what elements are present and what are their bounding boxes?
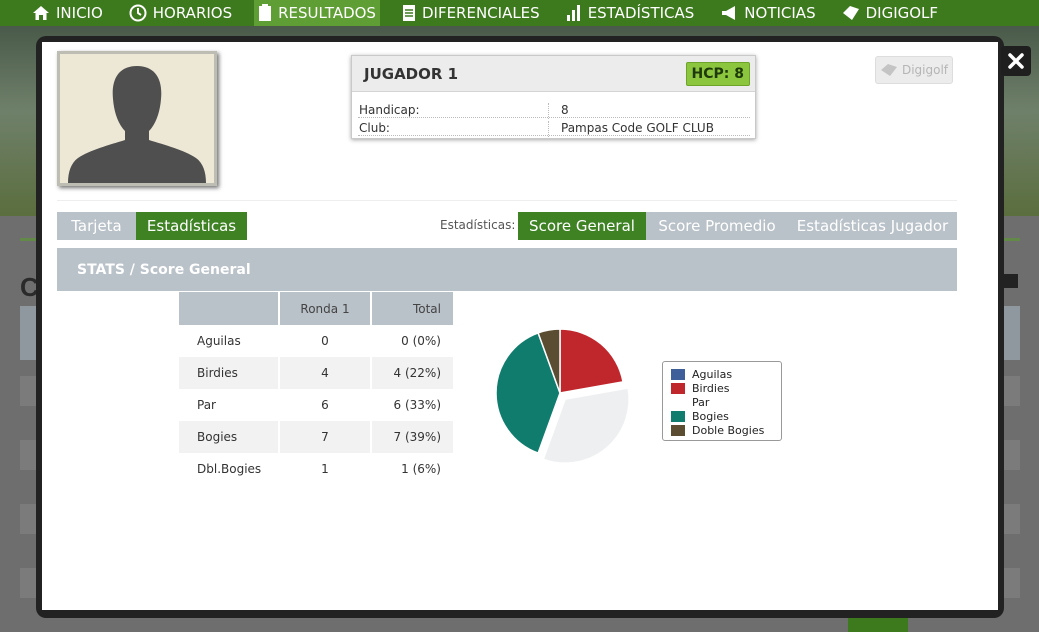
legend-item: Par	[671, 395, 781, 409]
tag-icon	[842, 6, 859, 20]
row-ronda: 7	[280, 421, 370, 453]
row-ronda: 1	[321, 462, 329, 476]
pie-chart	[490, 318, 640, 468]
legend-swatch	[671, 368, 685, 380]
legend-label: Aguilas	[692, 367, 733, 381]
row-label: Aguilas	[197, 334, 241, 348]
nav-label-inicio: INICIO	[56, 4, 103, 22]
legend-swatch	[671, 410, 685, 422]
table-row: Par 6 6 (33%)	[179, 389, 453, 421]
legend-item: Birdies	[671, 381, 781, 395]
nav-label-resultados: RESULTADOS	[278, 4, 376, 22]
legend-swatch	[671, 396, 685, 408]
nav-item-diferenciales[interactable]: DIFERENCIALES	[398, 0, 544, 26]
tab-estadisticas-jugador[interactable]: Estadísticas Jugador	[788, 212, 957, 240]
bar-chart-icon	[566, 5, 580, 21]
tab-score-general[interactable]: Score General	[518, 212, 646, 240]
hcp-badge: HCP: 8	[685, 61, 750, 86]
row-total: 6 (33%)	[393, 398, 441, 412]
nav-item-resultados[interactable]: RESULTADOS	[254, 0, 380, 26]
avatar	[57, 51, 217, 186]
user-silhouette-icon	[68, 66, 206, 183]
table-row: Birdies 4 4 (22%)	[179, 357, 453, 389]
nav-item-horarios[interactable]: HORARIOS	[125, 0, 236, 26]
digigolf-button-label: Digigolf	[901, 63, 949, 77]
nav-label-diferenciales: DIFERENCIALES	[421, 4, 540, 22]
player-card: JUGADOR 1 HCP: 8 Handicap: 8 Club: Pampa…	[351, 55, 756, 139]
pie-slice-birdies	[559, 328, 624, 394]
nav-label-noticias: NOTICIAS	[744, 4, 816, 22]
row-total: 4 (22%)	[372, 357, 453, 389]
megaphone-icon	[722, 6, 736, 20]
tab-score-promedio[interactable]: Score Promedio	[646, 212, 788, 240]
nav-label-digigolf: DIGIGOLF	[865, 4, 939, 22]
legend-label: Doble Bogies	[692, 423, 765, 437]
close-button[interactable]	[1001, 46, 1031, 76]
nav-item-inicio[interactable]: INICIO	[28, 0, 107, 26]
row-label: Dbl.Bogies	[197, 462, 262, 476]
row-label: Par	[197, 398, 216, 412]
stats-selector-label: Estadísticas:	[440, 218, 516, 232]
tab-estadisticas[interactable]: Estadísticas	[136, 212, 247, 240]
row-ronda: 0	[321, 334, 329, 348]
row-label: Bogies	[179, 421, 278, 453]
club-row: Club: Pampas Code GOLF CLUB	[358, 119, 750, 137]
clipboard-icon	[259, 4, 272, 21]
row-total: 0 (0%)	[401, 334, 441, 348]
table-header-row: Ronda 1 Total	[179, 292, 453, 325]
tab-tarjeta[interactable]: Tarjeta	[57, 212, 136, 240]
legend-label: Par	[692, 395, 710, 409]
player-card-header: JUGADOR 1 HCP: 8	[352, 56, 755, 92]
stats-table: Ronda 1 Total Aguilas 0 0 (0%) Birdies 4…	[177, 292, 455, 485]
row-total: 7 (39%)	[372, 421, 453, 453]
nav-item-digigolf[interactable]: DIGIGOLF	[838, 0, 942, 26]
legend-item: Bogies	[671, 409, 781, 423]
legend-swatch	[671, 382, 685, 394]
document-icon	[402, 5, 415, 21]
table-row: Bogies 7 7 (39%)	[179, 421, 453, 453]
handicap-label: Handicap:	[359, 103, 420, 117]
nav-label-estadisticas: ESTADÍSTICAS	[587, 4, 695, 22]
section-title: STATS / Score General	[57, 248, 957, 291]
legend-label: Birdies	[692, 381, 730, 395]
row-label: Birdies	[179, 357, 278, 389]
digigolf-button[interactable]: Digigolf	[875, 56, 953, 84]
nav-item-noticias[interactable]: NOTICIAS	[716, 0, 819, 26]
main-navigation: INICIO HORARIOS RESULTADOS DIFERENCIALES…	[0, 0, 1039, 26]
modal-divider	[57, 200, 957, 201]
legend-swatch	[671, 424, 685, 436]
player-name: JUGADOR 1	[364, 64, 459, 83]
legend-label: Bogies	[692, 409, 729, 423]
table-header: Ronda 1	[280, 292, 370, 325]
row-ronda: 4	[280, 357, 370, 389]
chart-legend: Aguilas Birdies Par Bogies Doble Bogies	[662, 361, 782, 441]
handicap-value: 8	[548, 103, 569, 119]
table-row: Dbl.Bogies 1 1 (6%)	[179, 453, 453, 485]
legend-item: Doble Bogies	[671, 423, 781, 437]
nav-label-horarios: HORARIOS	[152, 4, 233, 22]
pie-chart-svg	[495, 328, 630, 464]
legend-item: Aguilas	[671, 367, 781, 381]
club-label: Club:	[359, 121, 390, 135]
row-total: 1 (6%)	[401, 462, 441, 476]
home-icon	[33, 6, 49, 20]
table-row: Aguilas 0 0 (0%)	[179, 325, 453, 357]
print-icon[interactable]	[1002, 274, 1018, 288]
clock-icon	[129, 4, 147, 22]
digigolf-icon	[880, 64, 897, 76]
club-value: Pampas Code GOLF CLUB	[548, 121, 714, 137]
handicap-row: Handicap: 8	[358, 101, 750, 119]
table-header	[179, 292, 278, 325]
table-header: Total	[372, 292, 453, 325]
close-icon	[1008, 53, 1024, 69]
nav-item-estadisticas[interactable]: ESTADÍSTICAS	[562, 0, 699, 26]
row-ronda: 6	[321, 398, 329, 412]
